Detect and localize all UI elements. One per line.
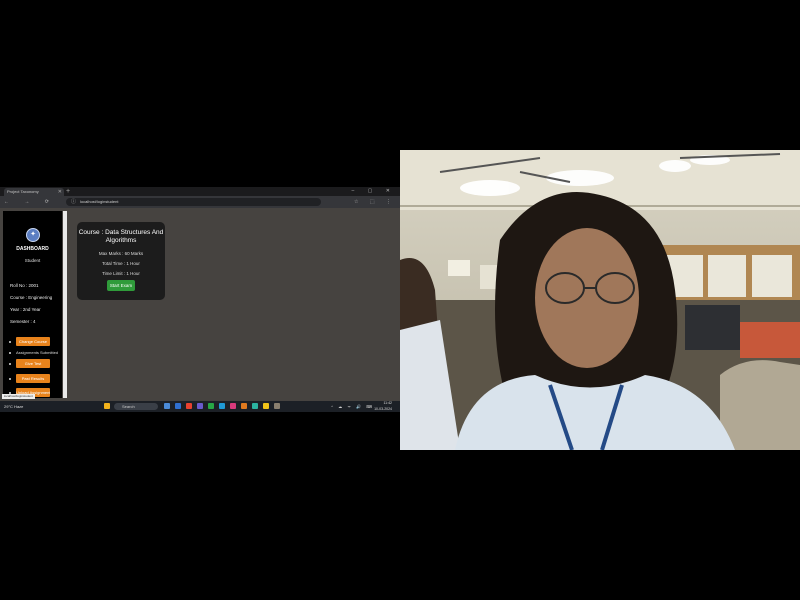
total-time: Total Time : 1 Hour <box>102 261 140 266</box>
course-title: Course : Data Structures And Algorithms <box>78 229 164 244</box>
webcam-image <box>400 150 800 450</box>
course-card: Course : Data Structures And Algorithms … <box>77 222 165 300</box>
taskbar-app-icon[interactable] <box>241 403 247 409</box>
taskbar-app-icon[interactable] <box>219 403 225 409</box>
sidebar: ✦ DASHBOARD Student Roll No : 2001 Cours… <box>3 211 62 398</box>
year-info: Year : 2nd Year <box>10 307 41 312</box>
close-icon[interactable]: ✕ <box>58 188 62 196</box>
web-page: ✦ DASHBOARD Student Roll No : 2001 Cours… <box>0 208 400 401</box>
bullet-icon <box>9 352 11 354</box>
navigation-buttons[interactable]: ← → ⟳ <box>4 196 56 208</box>
taskbar-search[interactable]: Search <box>114 403 158 410</box>
taskbar-app-icon[interactable] <box>186 403 192 409</box>
change-course-button[interactable]: Change Course <box>16 337 50 346</box>
taskbar-app-icon[interactable] <box>104 403 110 409</box>
taskbar-app-icon[interactable] <box>175 403 181 409</box>
roll-number: Roll No : 2001 <box>10 283 39 288</box>
taskbar-app-icon[interactable] <box>263 403 269 409</box>
scrollbar[interactable] <box>63 211 67 398</box>
taskbar-app-icon[interactable] <box>230 403 236 409</box>
taskbar-app-icon[interactable] <box>208 403 214 409</box>
weather-widget[interactable]: 29°C Haze <box>4 402 23 411</box>
semester-info: Semester : 4 <box>10 319 36 324</box>
tab-title: Project Taxonomy <box>7 189 39 194</box>
max-marks: Max Marks : 60 Marks <box>98 251 144 256</box>
webcam-feed <box>400 150 800 450</box>
user-role: Student <box>24 258 41 263</box>
college-logo: ✦ <box>26 228 40 242</box>
monitor <box>685 305 740 350</box>
taskbar-app-icon[interactable] <box>252 403 258 409</box>
url-text: localhost/loginstudent <box>80 199 119 204</box>
window <box>448 260 470 276</box>
new-tab-icon[interactable]: + <box>66 187 70 196</box>
time-limit: Time Limit : 1 Hour <box>102 271 140 276</box>
window <box>752 255 792 297</box>
start-exam-button[interactable]: Start Exam <box>107 280 135 291</box>
clock[interactable]: 11:42 10-03-2024 <box>374 401 392 412</box>
clock-date: 10-03-2024 <box>374 406 392 411</box>
past-results-button[interactable]: Past Results <box>16 374 50 383</box>
browser-tab[interactable]: Project Taxonomy ✕ <box>4 188 64 196</box>
dashboard-title: DASHBOARD <box>16 246 49 252</box>
status-url: localhost/loginstudent <box>2 394 35 399</box>
bullet-icon <box>9 363 11 365</box>
window-controls[interactable]: – ▢ ✕ <box>352 187 396 196</box>
bullet-icon <box>9 378 11 380</box>
window <box>708 255 746 297</box>
monitor-screen <box>740 322 800 358</box>
browser-tab-bar: Project Taxonomy ✕ + – ▢ ✕ <box>0 187 400 196</box>
info-icon[interactable]: ⓘ <box>71 198 76 206</box>
bullet-icon <box>9 341 11 343</box>
extension-icons[interactable]: ☆ ⬚ ⋮ <box>354 196 396 208</box>
search-placeholder: Search <box>122 404 135 409</box>
course-info: Course : Engineering <box>10 295 53 300</box>
address-bar: ← → ⟳ ⓘ localhost/loginstudent ☆ ⬚ ⋮ <box>0 196 400 208</box>
screen-share: Project Taxonomy ✕ + – ▢ ✕ ← → ⟳ ⓘ local… <box>0 187 400 412</box>
url-input[interactable]: ⓘ localhost/loginstudent <box>66 198 321 206</box>
assignments-label: Assignments Submitted <box>16 350 59 355</box>
taskbar: 29°C Haze Search ^ ☁ ᯤ 🔊 ⌨ 11:42 10-03-2… <box>0 401 400 412</box>
taskbar-app-icon[interactable] <box>164 403 170 409</box>
taskbar-app-icon[interactable] <box>197 403 203 409</box>
give-test-button[interactable]: Give Test <box>16 359 50 368</box>
chair <box>720 360 800 450</box>
tray-icons[interactable]: ^ ☁ ᯤ 🔊 ⌨ <box>331 401 374 412</box>
taskbar-app-icon[interactable] <box>274 403 280 409</box>
